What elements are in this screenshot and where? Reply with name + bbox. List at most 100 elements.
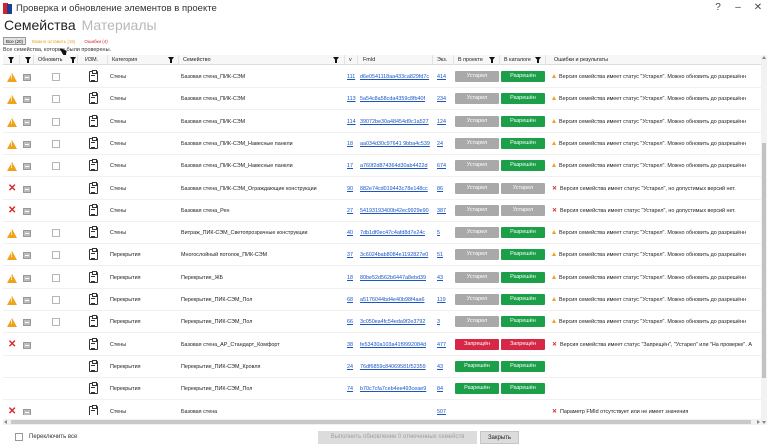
- filter-funnel-icon[interactable]: [333, 57, 339, 63]
- clipboard-icon[interactable]: [89, 70, 98, 82]
- izm-column-header[interactable]: ИЗМ.: [78, 55, 108, 65]
- clipboard-icon[interactable]: [89, 114, 98, 127]
- update-checkbox[interactable]: [52, 139, 60, 148]
- clipboard-icon[interactable]: [89, 337, 98, 350]
- table-row[interactable]: Перекрытия Перекрытие_ПИК-СЭМ_Пол 663c050e…: [3, 311, 761, 334]
- row-action-button[interactable]: [23, 274, 31, 282]
- clipboard-icon[interactable]: [89, 226, 98, 239]
- fmid-link[interactable]: a5176044bd4e40b98f4aa6: [360, 289, 432, 311]
- clipboard-icon[interactable]: [89, 404, 98, 415]
- fmid-column-header[interactable]: FmId: [358, 55, 433, 65]
- horizontal-scroll-thumb[interactable]: [11, 420, 751, 424]
- table-row[interactable]: Стены Базовая стена_ПИК-СЭМ_Навесные пане…: [3, 133, 761, 155]
- fmid-link[interactable]: 5a54c8a58cda4359c8fb40f: [360, 88, 432, 110]
- table-row[interactable]: Перекрытия Перекрытие_ПИК-СЭМ_Кровля 24 76d…: [3, 356, 761, 378]
- clipboard-icon[interactable]: [89, 136, 98, 149]
- category-column-header[interactable]: Категория: [108, 55, 179, 65]
- close-window-button[interactable]: ✕: [752, 1, 764, 14]
- vertical-scrollbar[interactable]: [761, 55, 767, 425]
- row-action-button[interactable]: [23, 185, 31, 193]
- table-row[interactable]: ✕ Стены Базовая стена 507 ✕ Параметр FMId отс…: [3, 401, 761, 416]
- row-action-button[interactable]: [23, 74, 31, 81]
- table-row[interactable]: Стены Базовая стена_ПИК-СЭМ 1135a54c8a58cd…: [3, 88, 761, 111]
- table-row[interactable]: Перекрытия Перекрытие_ПИК-СЭМ_Пол 68a51760…: [3, 289, 761, 311]
- copies-link[interactable]: 3: [437, 311, 453, 333]
- clipboard-icon[interactable]: [89, 382, 98, 395]
- version-column-header[interactable]: v: [345, 55, 358, 65]
- filter-errors-button[interactable]: Ошибки (4): [81, 37, 111, 45]
- row-action-button[interactable]: [23, 96, 31, 104]
- results-column-header[interactable]: Ошибки и результаты: [546, 55, 761, 65]
- update-checkbox[interactable]: [52, 117, 60, 126]
- update-checkbox[interactable]: [52, 162, 60, 171]
- row-action-button[interactable]: [23, 207, 31, 215]
- fmid-link[interactable]: 76df6859c84069581f52359: [360, 356, 432, 378]
- clipboard-icon[interactable]: [89, 270, 98, 283]
- table-row[interactable]: ✕ Стены Базовая стена_ПИК-СЭМ_Ограждающие …: [3, 178, 761, 200]
- version-link[interactable]: 66: [347, 311, 359, 333]
- fmid-link[interactable]: 54193193400b42ec9929e90: [360, 200, 432, 222]
- copies-link[interactable]: 43: [437, 356, 453, 378]
- version-link[interactable]: 113: [347, 88, 359, 110]
- horizontal-scrollbar[interactable]: [3, 419, 761, 425]
- clipboard-icon[interactable]: [89, 92, 98, 105]
- row-action-button[interactable]: [23, 408, 31, 415]
- version-link[interactable]: 40: [347, 222, 359, 244]
- clipboard-icon[interactable]: [89, 315, 98, 328]
- scroll-thumb[interactable]: [762, 143, 766, 378]
- update-checkbox[interactable]: [52, 95, 60, 104]
- table-row[interactable]: Перекрытия Многослойный потолок_ПИК-СЭМ 37…: [3, 244, 761, 267]
- copies-link[interactable]: 84: [437, 378, 453, 400]
- table-row[interactable]: Стены Базовая стена_ПИК-СЭМ 111d6e0541118a…: [3, 66, 761, 88]
- copies-link[interactable]: 43: [437, 267, 453, 289]
- close-button[interactable]: Закрыть: [480, 431, 519, 444]
- row-action-button[interactable]: [23, 319, 31, 327]
- row-action-button[interactable]: [23, 297, 31, 304]
- version-link[interactable]: [347, 401, 359, 416]
- update-checkbox[interactable]: [52, 273, 60, 282]
- status-filter-header[interactable]: [3, 55, 20, 65]
- copies-link[interactable]: 507: [437, 401, 453, 416]
- version-link[interactable]: 90: [347, 178, 359, 200]
- version-link[interactable]: 18: [347, 267, 359, 289]
- copies-link[interactable]: 387: [437, 200, 453, 222]
- tab-materials[interactable]: Материалы: [82, 16, 157, 36]
- filter-funnel-icon[interactable]: [489, 57, 495, 63]
- minimize-button[interactable]: –: [732, 1, 744, 14]
- fmid-link[interactable]: aa034d30c97641 9bba4c539: [360, 133, 432, 155]
- fmid-link[interactable]: [360, 401, 432, 416]
- fmid-link[interactable]: 882e74cd019443c78e148cc: [360, 178, 432, 200]
- scroll-down-icon[interactable]: [762, 421, 766, 424]
- version-link[interactable]: 111: [347, 66, 359, 88]
- table-row[interactable]: ✕ Стены Базовая стена_Рен 27 54193193400b42e…: [3, 200, 761, 222]
- fmid-link[interactable]: 80be52d562b6447a8ebd39: [360, 267, 432, 289]
- table-row[interactable]: Перекрытия Перекрытие_ПИК-СЭМ_Пол 74 b70c7c…: [3, 378, 761, 401]
- row-action-button[interactable]: [23, 230, 31, 238]
- fmid-link[interactable]: 7db1df0ec47c4afd8d7e24c: [360, 222, 432, 244]
- copies-link[interactable]: 477: [437, 334, 453, 356]
- in-project-column-header[interactable]: В проекте: [454, 55, 500, 65]
- in-catalog-column-header[interactable]: В каталоге: [500, 55, 546, 65]
- version-link[interactable]: 37: [347, 244, 359, 266]
- version-link[interactable]: 27: [347, 200, 359, 222]
- version-link[interactable]: 38: [347, 334, 359, 356]
- copies-link[interactable]: 24: [437, 133, 453, 155]
- table-row[interactable]: Стены Витраж_ПИК-СЭМ_Светопрозрачные конс…: [3, 222, 761, 245]
- filter-all-button[interactable]: Все (20): [3, 37, 27, 45]
- clipboard-icon[interactable]: [89, 293, 98, 305]
- copies-link[interactable]: 234: [437, 88, 453, 110]
- toggle-all-control[interactable]: Переключить все: [15, 433, 77, 441]
- scroll-right-icon[interactable]: [757, 420, 760, 424]
- version-link[interactable]: 18: [347, 133, 359, 155]
- copies-link[interactable]: 119: [437, 289, 453, 311]
- help-button[interactable]: ?: [712, 1, 724, 14]
- filter-warnings-button[interactable]: Можно оставить (15): [29, 37, 79, 45]
- row-action-button[interactable]: [23, 118, 31, 126]
- filter-funnel-icon[interactable]: [168, 57, 174, 63]
- copies-link[interactable]: 5: [437, 222, 453, 244]
- copies-link[interactable]: 414: [437, 66, 453, 88]
- clipboard-icon[interactable]: [89, 359, 98, 372]
- copies-column-header[interactable]: Экз.: [433, 55, 454, 65]
- version-link[interactable]: 24: [347, 356, 359, 378]
- update-checkbox[interactable]: [52, 251, 60, 260]
